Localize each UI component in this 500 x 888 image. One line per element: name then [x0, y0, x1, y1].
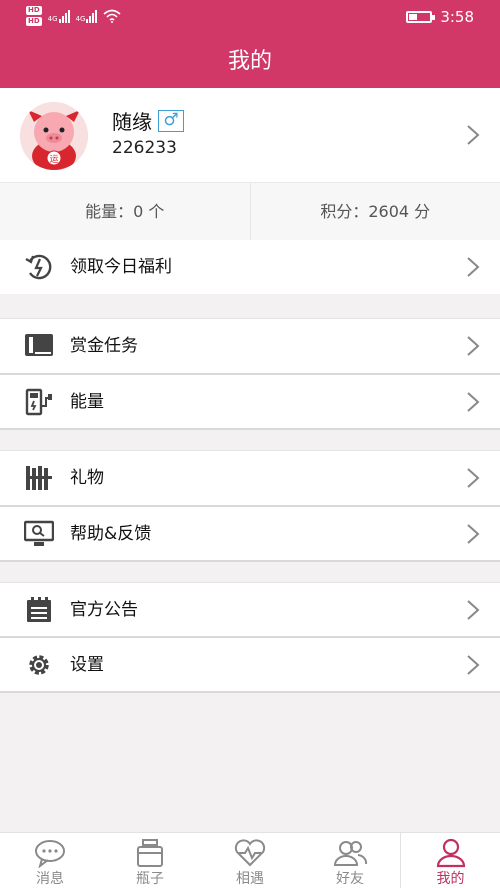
help-feedback-row[interactable]: 帮助&反馈: [0, 507, 500, 561]
user-icon: [436, 838, 465, 868]
chevron-right-icon: [467, 125, 480, 145]
chevron-right-icon: [467, 600, 480, 620]
points-stat[interactable]: 积分：2604 分: [249, 183, 500, 240]
energy-row[interactable]: 能量: [0, 375, 500, 429]
profile-card[interactable]: 运 随缘 ♂ 226233: [0, 88, 500, 182]
chevron-right-icon: [467, 524, 480, 544]
signal-icon-2: 4G: [76, 9, 98, 23]
tab-label: 消息: [36, 871, 64, 887]
bounty-tasks-label: 赏金任务: [70, 336, 138, 356]
signal-icon: 4G: [48, 9, 70, 23]
gear-icon: [29, 655, 49, 675]
monitor-search-icon: [24, 520, 54, 546]
book-icon: [25, 334, 53, 356]
settings-row[interactable]: 设置: [0, 638, 500, 692]
energy-stat[interactable]: 能量：0 个: [0, 183, 250, 240]
username-row: 随缘 ♂: [112, 106, 184, 135]
status-left: HD HD 4G 4G: [26, 6, 121, 26]
tab-label: 我的: [436, 871, 465, 887]
wifi-icon: [103, 9, 121, 23]
announcements-label: 官方公告: [70, 600, 138, 620]
tab-label: 相遇: [236, 871, 264, 887]
tab-encounter[interactable]: 相遇: [200, 833, 300, 888]
tab-friends[interactable]: 好友: [300, 833, 400, 888]
divider: [0, 450, 500, 451]
clock: 3:58: [440, 8, 474, 26]
divider: [0, 318, 500, 319]
settings-label: 设置: [70, 655, 104, 675]
daily-welfare-label: 领取今日福利: [70, 257, 172, 277]
gift-box-icon: [26, 466, 52, 490]
heart-pulse-icon: [234, 839, 266, 867]
chat-bubble-icon: [35, 840, 65, 868]
divider: [0, 691, 500, 693]
gifts-label: 礼物: [70, 468, 104, 488]
help-feedback-label: 帮助&反馈: [70, 524, 152, 544]
chevron-right-icon: [467, 655, 480, 675]
announcements-row[interactable]: 官方公告: [0, 583, 500, 637]
tab-bottles[interactable]: 瓶子: [100, 833, 200, 888]
user-id: 226233: [112, 138, 177, 158]
chevron-right-icon: [467, 468, 480, 488]
chevron-right-icon: [467, 392, 480, 412]
chevron-right-icon: [467, 336, 480, 356]
status-bar: HD HD 4G 4G 3:58: [0, 0, 500, 36]
username: 随缘: [112, 110, 152, 134]
tab-messages[interactable]: 消息: [0, 833, 100, 888]
divider: [0, 428, 500, 430]
energy-label: 能量: [70, 392, 104, 412]
page-title: 我的: [0, 36, 500, 88]
divider: [0, 560, 500, 562]
tab-mine[interactable]: 我的: [400, 833, 500, 888]
notice-board-icon: [27, 597, 51, 622]
bounty-tasks-row[interactable]: 赏金任务: [0, 319, 500, 373]
battery-icon: [406, 11, 436, 23]
chevron-right-icon: [467, 257, 480, 277]
status-right: 3:58: [406, 8, 474, 26]
tab-label: 好友: [336, 871, 364, 887]
gender-male-icon: ♂: [158, 109, 184, 132]
welfare-cycle-icon: [25, 254, 52, 280]
friends-icon: [333, 841, 368, 866]
charger-icon: [25, 388, 52, 416]
daily-welfare-row[interactable]: 领取今日福利: [0, 240, 500, 294]
avatar[interactable]: 运: [20, 102, 88, 170]
gifts-row[interactable]: 礼物: [0, 451, 500, 505]
bottle-icon: [137, 839, 163, 867]
tab-label: 瓶子: [136, 871, 164, 887]
hd-icon: HD HD: [26, 6, 42, 26]
stats-bar: 能量：0 个 积分：2604 分: [0, 182, 500, 240]
svg-text:运: 运: [49, 154, 58, 165]
divider: [0, 582, 500, 583]
bottom-tab-bar: 消息 瓶子 相遇 好友 我的: [0, 832, 500, 888]
